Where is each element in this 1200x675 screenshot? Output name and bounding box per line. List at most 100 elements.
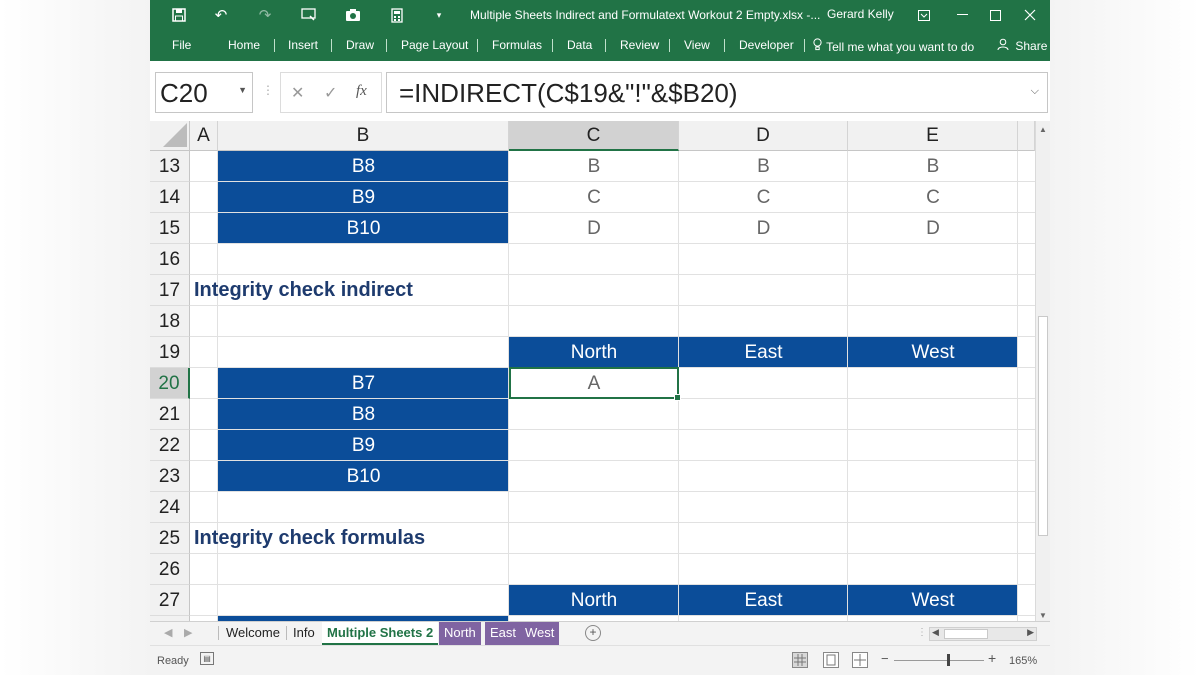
maximize-icon[interactable]: [981, 3, 1009, 27]
user-name[interactable]: Gerard Kelly: [827, 7, 894, 21]
cancel-icon[interactable]: ✕: [291, 83, 304, 103]
tell-me-search[interactable]: Tell me what you want to do: [813, 38, 974, 54]
drag-handle-icon[interactable]: ⋮: [262, 83, 274, 97]
column-header-d[interactable]: D: [679, 121, 848, 151]
cell-e19[interactable]: West: [848, 337, 1018, 368]
calculator-icon[interactable]: [386, 4, 408, 26]
enter-icon[interactable]: ✓: [324, 83, 337, 103]
undo-icon[interactable]: ↶: [210, 4, 232, 26]
tab-formulas[interactable]: Formulas: [492, 38, 542, 52]
row-header-22[interactable]: 22: [150, 430, 190, 461]
column-header-c[interactable]: C: [509, 121, 679, 151]
name-box[interactable]: C20 ▼: [155, 72, 253, 113]
sheet-tab-welcome[interactable]: Welcome: [221, 622, 285, 645]
vertical-scrollbar[interactable]: ▲ ▼: [1035, 121, 1050, 621]
cell-d15[interactable]: D: [679, 213, 848, 244]
scroll-left-icon[interactable]: ◀: [932, 627, 939, 638]
cell-d27[interactable]: East: [679, 585, 848, 616]
row-header-27[interactable]: 27: [150, 585, 190, 616]
cell-c15[interactable]: D: [509, 213, 679, 244]
scroll-up-icon[interactable]: ▲: [1036, 123, 1050, 137]
close-icon[interactable]: [1016, 3, 1044, 27]
tab-review[interactable]: Review: [620, 38, 659, 52]
sheet-tab-west[interactable]: West: [520, 622, 560, 645]
row-header-13[interactable]: 13: [150, 151, 190, 182]
cell-b20[interactable]: B7: [218, 368, 509, 399]
column-header-f[interactable]: [1018, 121, 1035, 151]
cell-c14[interactable]: C: [509, 182, 679, 213]
row-header-26[interactable]: 26: [150, 554, 190, 585]
cell-b21[interactable]: B8: [218, 399, 509, 430]
add-sheet-icon[interactable]: +: [585, 625, 601, 641]
tab-split-handle-icon[interactable]: ⋮: [917, 627, 927, 638]
scroll-right-icon[interactable]: ▶: [1027, 627, 1034, 638]
row-header-16[interactable]: 16: [150, 244, 190, 275]
select-all-corner[interactable]: [150, 121, 190, 151]
normal-view-icon[interactable]: [792, 652, 808, 668]
scroll-tabs-left-icon[interactable]: ◀: [164, 626, 172, 639]
active-cell-selection[interactable]: [509, 367, 681, 401]
column-header-e[interactable]: E: [848, 121, 1018, 151]
cell-c19[interactable]: North: [509, 337, 679, 368]
cell-e15[interactable]: D: [848, 213, 1018, 244]
tab-data[interactable]: Data: [567, 38, 592, 52]
tab-developer[interactable]: Developer: [739, 38, 794, 52]
tab-page-layout[interactable]: Page Layout: [401, 38, 468, 52]
cell-c27[interactable]: North: [509, 585, 679, 616]
save-icon[interactable]: [168, 4, 190, 26]
formula-input[interactable]: =INDIRECT(C$19&"!"&$B20) ⌵: [386, 72, 1048, 113]
row-header-24[interactable]: 24: [150, 492, 190, 523]
tab-draw[interactable]: Draw: [346, 38, 374, 52]
row-header-20[interactable]: 20: [150, 368, 190, 399]
zoom-slider[interactable]: [894, 660, 984, 661]
cell-d14[interactable]: C: [679, 182, 848, 213]
zoom-in-icon[interactable]: +: [988, 650, 996, 666]
row-header-25[interactable]: 25: [150, 523, 190, 554]
chevron-down-icon[interactable]: ▼: [238, 85, 247, 95]
cell-b13[interactable]: B8: [218, 151, 509, 182]
cell-e27[interactable]: West: [848, 585, 1018, 616]
share-button[interactable]: Share: [997, 38, 1047, 53]
vertical-scroll-thumb[interactable]: [1038, 316, 1048, 536]
horizontal-scrollbar[interactable]: ◀ ▶: [929, 627, 1037, 641]
sheet-tab-north[interactable]: North: [439, 622, 481, 645]
sheet-tab-multiple-sheets-2[interactable]: Multiple Sheets 2: [322, 622, 439, 645]
row-header-17[interactable]: 17: [150, 275, 190, 306]
ribbon-display-icon[interactable]: [910, 3, 938, 27]
tab-home[interactable]: Home: [228, 38, 260, 52]
horizontal-scroll-thumb[interactable]: [944, 629, 988, 639]
sheet-tab-info[interactable]: Info: [288, 622, 320, 645]
macro-record-icon[interactable]: ▤: [200, 652, 214, 665]
row-header-21[interactable]: 21: [150, 399, 190, 430]
sheet-tab-east[interactable]: East: [485, 622, 522, 645]
camera-icon[interactable]: [342, 4, 364, 26]
cell-b22[interactable]: B9: [218, 430, 509, 461]
zoom-level[interactable]: 165%: [1009, 655, 1037, 667]
tab-file[interactable]: File: [172, 38, 191, 52]
column-header-a[interactable]: A: [190, 121, 218, 151]
row-header-14[interactable]: 14: [150, 182, 190, 213]
tab-insert[interactable]: Insert: [288, 38, 318, 52]
page-layout-view-icon[interactable]: [823, 652, 839, 668]
zoom-slider-knob[interactable]: [947, 654, 950, 666]
cell-d19[interactable]: East: [679, 337, 848, 368]
cell-b14[interactable]: B9: [218, 182, 509, 213]
column-header-b[interactable]: B: [218, 121, 509, 151]
insert-function-icon[interactable]: fx: [356, 83, 367, 100]
page-break-view-icon[interactable]: [852, 652, 868, 668]
row-header-15[interactable]: 15: [150, 213, 190, 244]
worksheet-grid[interactable]: A B C D E 13 14 15 16 17 18 19 20 21 22 …: [150, 121, 1035, 621]
cell-b15[interactable]: B10: [218, 213, 509, 244]
customize-icon[interactable]: ▾: [428, 4, 450, 26]
cell-e13[interactable]: B: [848, 151, 1018, 182]
cell-e14[interactable]: C: [848, 182, 1018, 213]
cell-a17-heading[interactable]: Integrity check indirect: [194, 275, 594, 306]
redo-icon[interactable]: ↷: [254, 4, 276, 26]
cell-c13[interactable]: B: [509, 151, 679, 182]
row-header-18[interactable]: 18: [150, 306, 190, 337]
fill-handle[interactable]: [674, 394, 681, 401]
cell-a25-heading[interactable]: Integrity check formulas: [194, 523, 594, 554]
row-header-19[interactable]: 19: [150, 337, 190, 368]
presentation-icon[interactable]: [298, 4, 320, 26]
cell-b23[interactable]: B10: [218, 461, 509, 492]
